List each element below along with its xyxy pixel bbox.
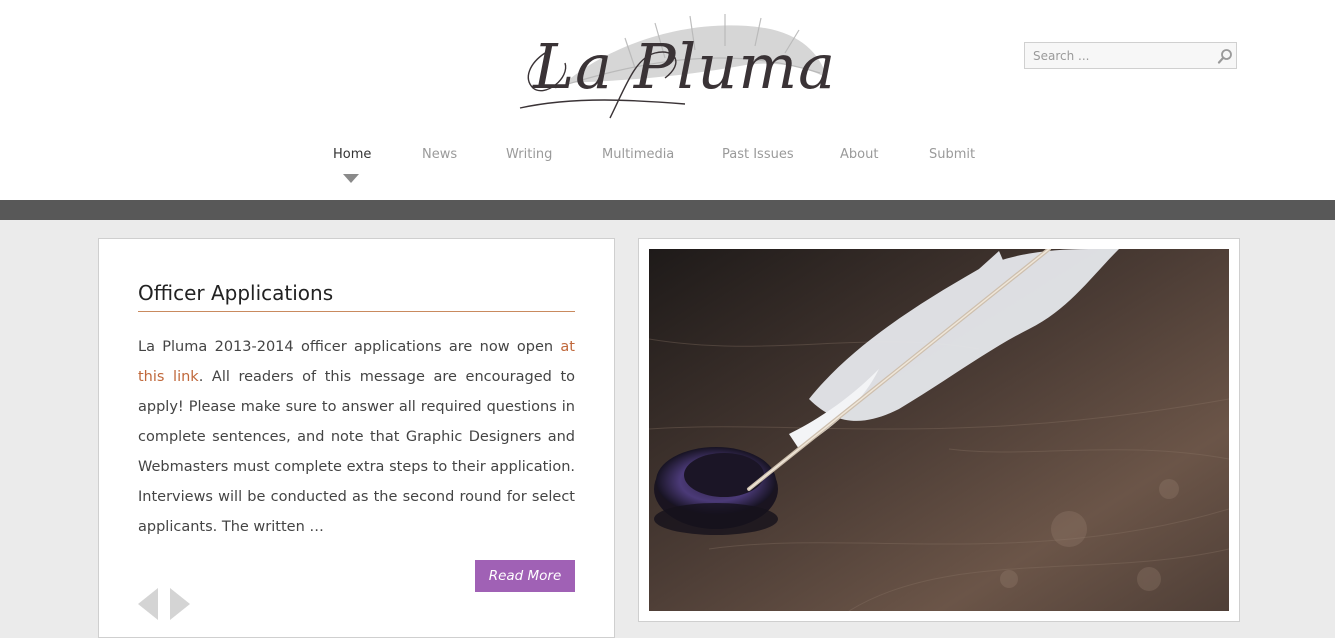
search-box [1024, 42, 1237, 69]
featured-image-card [638, 238, 1240, 622]
nav-item-multimedia[interactable]: Multimedia [602, 147, 674, 162]
logo-text: La Pluma [533, 30, 837, 103]
quill-and-inkwell-image[interactable] [649, 249, 1229, 611]
post-excerpt: La Pluma 2013-2014 officer applications … [138, 332, 575, 542]
nav-item-submit[interactable]: Submit [929, 147, 975, 162]
read-more-button[interactable]: Read More [475, 560, 575, 592]
post-excerpt-start: La Pluma 2013-2014 officer applications … [138, 339, 561, 355]
search-input[interactable] [1025, 43, 1210, 68]
arrow-right-icon[interactable] [169, 587, 191, 625]
main-nav: Home News Writing Multimedia Past Issues… [0, 147, 1335, 187]
header-divider-bar [0, 200, 1335, 220]
site-header: La Pluma Home News Writing Multimedia Pa… [0, 0, 1335, 200]
nav-item-past-issues[interactable]: Past Issues [722, 147, 794, 162]
title-underline [138, 311, 575, 312]
search-icon[interactable] [1217, 48, 1233, 64]
arrow-left-icon[interactable] [137, 587, 159, 625]
nav-item-news[interactable]: News [422, 147, 457, 162]
post-card: Officer Applications La Pluma 2013-2014 … [98, 238, 615, 638]
nav-item-about[interactable]: About [840, 147, 878, 162]
nav-item-writing[interactable]: Writing [506, 147, 552, 162]
post-excerpt-end: . All readers of this message are encour… [138, 369, 575, 535]
nav-item-home[interactable]: Home [333, 147, 371, 162]
caret-down-icon [343, 174, 359, 183]
site-logo[interactable]: La Pluma [515, 8, 835, 128]
post-title[interactable]: Officer Applications [138, 281, 333, 305]
